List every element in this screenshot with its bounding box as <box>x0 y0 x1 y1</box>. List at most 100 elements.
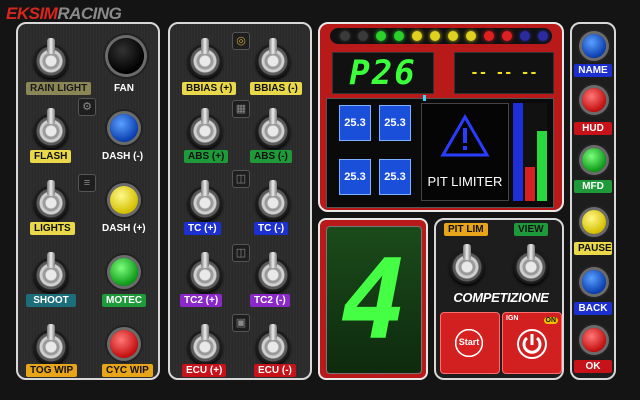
bottom-control-panel: PIT LIM VIEW COMPETIZIONE Start IGN ON <box>434 218 564 380</box>
ecu-plus-toggle[interactable] <box>188 324 222 364</box>
pit-limiter-text: PIT LIMITER <box>427 174 503 189</box>
shoot-label: SHOOT <box>26 294 76 307</box>
dash-minus-label: DASH (-) <box>102 151 144 162</box>
hud-button[interactable] <box>582 88 606 112</box>
shoot-toggle[interactable] <box>34 252 68 292</box>
abs-minus-label: ABS (-) <box>250 150 292 163</box>
gear-display: 4 <box>318 218 428 380</box>
fan-label: FAN <box>114 83 134 94</box>
ecu-plus-label: ECU (+) <box>182 364 227 377</box>
rev-led <box>538 31 548 41</box>
right-readout-display: -- -- -- <box>454 52 554 94</box>
abs-minus-toggle[interactable] <box>256 108 290 148</box>
dash-plus-label: DASH (+) <box>102 223 146 234</box>
rev-led <box>358 31 368 41</box>
motec-button[interactable] <box>110 258 138 286</box>
lights-label: LIGHTS <box>30 222 75 235</box>
tc2-plus-label: TC2 (+) <box>180 294 223 307</box>
page-code-display: P26 <box>332 52 434 94</box>
rev-led <box>340 31 350 41</box>
flash-toggle[interactable] <box>34 108 68 148</box>
mfd-button[interactable] <box>582 148 606 172</box>
flash-label: FLASH <box>30 150 72 163</box>
name-button[interactable] <box>582 34 606 58</box>
ecu-minus-toggle[interactable] <box>256 324 290 364</box>
rev-led <box>412 31 422 41</box>
tc-plus-label: TC (+) <box>184 222 221 235</box>
start-knob: Start <box>453 327 485 359</box>
tc2-plus-toggle[interactable] <box>188 252 222 292</box>
rev-led <box>430 31 440 41</box>
left-switch-panel: RAIN LIGHT FAN ⚙ FLASH DASH (-) ≡ LIGHTS… <box>16 22 160 380</box>
rev-led <box>376 31 386 41</box>
bbias-plus-toggle[interactable] <box>188 38 222 78</box>
cyc-wip-button[interactable] <box>110 330 138 358</box>
bbias-minus-toggle[interactable] <box>256 38 290 78</box>
tc-icon: ◫ <box>232 170 250 188</box>
fan-button[interactable] <box>108 38 144 74</box>
page-code-text: P26 <box>349 53 417 93</box>
back-button[interactable] <box>582 270 606 294</box>
right-button-column: NAME HUD MFD PAUSE BACK OK <box>570 22 616 380</box>
rev-led <box>394 31 404 41</box>
tc-minus-label: TC (-) <box>254 222 289 235</box>
info-screen-marker <box>423 95 426 101</box>
dash-display: P26 -- -- -- 25.3 25.3 25.3 25.3 PIT LIM… <box>318 22 564 212</box>
green-bar <box>537 131 547 201</box>
pit-limiter-box: PIT LIMITER <box>421 103 509 201</box>
tog-wip-label: TOG WIP <box>26 364 78 377</box>
dash-plus-button[interactable] <box>110 186 138 214</box>
view-label: VIEW <box>514 223 548 236</box>
bbias-plus-label: BBIAS (+) <box>182 82 237 95</box>
tyre-fr: 25.3 <box>379 105 411 141</box>
back-label: BACK <box>574 302 612 315</box>
view-toggle[interactable] <box>514 244 548 284</box>
ok-button[interactable] <box>582 328 606 352</box>
tog-wip-toggle[interactable] <box>34 324 68 364</box>
brand-part1: EKSIM <box>6 4 58 23</box>
cyc-wip-label: CYC WIP <box>102 364 153 377</box>
bbias-minus-label: BBIAS (-) <box>250 82 302 95</box>
on-badge: ON <box>543 317 558 324</box>
lights-toggle[interactable] <box>34 180 68 220</box>
info-screen: 25.3 25.3 25.3 25.3 PIT LIMITER <box>326 95 554 208</box>
tc2-icon: ◫ <box>232 244 250 262</box>
motec-label: MOTEC <box>102 294 147 307</box>
warning-icon <box>440 114 490 157</box>
tc-minus-toggle[interactable] <box>256 180 290 220</box>
pause-button[interactable] <box>582 210 606 234</box>
gear-number: 4 <box>340 236 408 364</box>
right-readout-text: -- -- -- <box>470 65 538 81</box>
rev-led <box>520 31 530 41</box>
tc-plus-toggle[interactable] <box>188 180 222 220</box>
ecu-icon: ▣ <box>232 314 250 332</box>
rain-light-toggle[interactable] <box>34 38 68 78</box>
dash-minus-button[interactable] <box>110 114 138 142</box>
blue-bar <box>513 103 523 201</box>
ignition-button[interactable]: IGN ON <box>502 312 562 374</box>
setup-icon: ◎ <box>232 32 250 50</box>
tc2-minus-label: TC2 (-) <box>250 294 290 307</box>
tc2-minus-toggle[interactable] <box>256 252 290 292</box>
fuel-bars <box>513 103 547 201</box>
mfd-label: MFD <box>574 180 612 193</box>
pit-lim-toggle[interactable] <box>450 244 484 284</box>
ok-label: OK <box>574 360 612 373</box>
rev-led-strip <box>330 28 552 44</box>
rev-led <box>484 31 494 41</box>
hud-label: HUD <box>574 122 612 135</box>
abs-plus-label: ABS (+) <box>184 150 229 163</box>
tyre-fl: 25.3 <box>339 105 371 141</box>
red-bar <box>525 167 535 201</box>
start-button[interactable]: Start <box>440 312 500 374</box>
beam-icon: ≡ <box>78 174 96 192</box>
pit-lim-label: PIT LIM <box>444 223 488 236</box>
abs-icon: ▦ <box>232 100 250 118</box>
brand-logo: EKSIMRACING <box>6 4 122 24</box>
competizione-logo: COMPETIZIONE <box>453 290 549 305</box>
rain-light-label: RAIN LIGHT <box>26 82 92 95</box>
tyre-rr: 25.3 <box>379 159 411 195</box>
headlight-icon: ⚙ <box>78 98 96 116</box>
abs-plus-toggle[interactable] <box>188 108 222 148</box>
gear-screen: 4 <box>326 226 422 374</box>
